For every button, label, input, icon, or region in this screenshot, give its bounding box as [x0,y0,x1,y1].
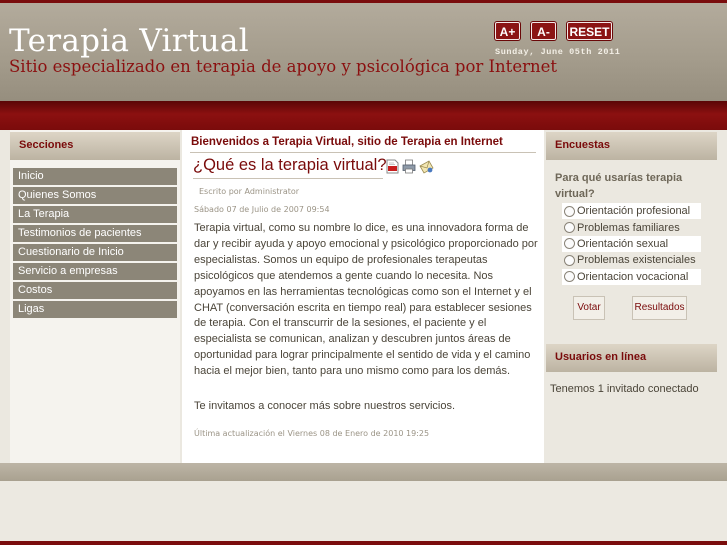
poll-option[interactable]: Orientacion vocacional [562,268,701,285]
sidebar-item-costos[interactable]: Costos [13,282,177,299]
pdf-icon[interactable] [386,159,399,174]
sidebar-item-ligas[interactable]: Ligas [13,301,177,318]
poll-option[interactable]: Problemas familiares [562,219,701,235]
article-date: Sábado 07 de Julio de 2007 09:54 [194,205,330,214]
sidebar-item-testimonios[interactable]: Testimonios de pacientes [13,225,177,242]
radio-button[interactable] [564,271,575,283]
article-author: Escrito por Administrator [199,187,300,196]
current-date: Sunday, June 05th 2011 [495,47,621,57]
online-users-title: Usuarios en línea [546,344,717,372]
article-invitation: Te invitamos a conocer más sobre nuestro… [194,400,456,412]
sidebar-item-inicio[interactable]: Inicio [13,168,177,185]
sidebar-item-cuestionario[interactable]: Cuestionario de Inicio [13,244,177,261]
email-icon[interactable] [419,159,434,174]
right-sidebar: Encuestas Para qué usarías terapia virtu… [546,130,717,463]
sections-menu: Inicio Quienes Somos La Terapia Testimon… [13,168,177,320]
online-users-text: Tenemos 1 invitado conectado [550,383,699,395]
sidebar: Secciones Inicio Quienes Somos La Terapi… [10,130,180,463]
print-icon[interactable] [402,159,416,174]
divider [193,178,383,179]
poll-options: Orientación profesional Problemas famili… [562,203,701,285]
poll-option[interactable]: Problemas existenciales [562,252,701,268]
poll-option-label: Orientacion vocacional [577,270,689,283]
divider [190,152,536,153]
sidebar-item-la-terapia[interactable]: La Terapia [13,206,177,223]
radio-button[interactable] [564,222,575,234]
article-title[interactable]: ¿Qué es la terapia virtual? [193,156,387,175]
poll-option[interactable]: Orientación sexual [562,235,701,253]
poll-option-label: Orientación sexual [577,237,669,250]
poll-option-label: Orientación profesional [577,205,691,218]
poll-option-label: Problemas existenciales [577,254,696,267]
font-reset-button[interactable]: RESET [567,22,612,40]
sidebar-item-servicio-empresas[interactable]: Servicio a empresas [13,263,177,280]
poll-option[interactable]: Orientación profesional [562,203,701,220]
poll-question: Para qué usarías terapia virtual? [555,172,683,200]
site-subtitle: Sitio especializado en terapia de apoyo … [9,57,557,76]
header-band [0,101,727,130]
bottom-border [0,541,727,545]
radio-button[interactable] [564,205,575,217]
radio-button[interactable] [564,254,575,266]
font-decrease-button[interactable]: A- [531,22,556,40]
results-button[interactable]: Resultados [632,296,687,320]
article-body: Terapia virtual, como su nombre lo dice,… [194,222,538,378]
site-title[interactable]: Terapia Virtual [9,23,249,59]
radio-button[interactable] [564,238,575,250]
site-header: Terapia Virtual Sitio especializado en t… [0,3,727,101]
sidebar-item-quienes-somos[interactable]: Quienes Somos [13,187,177,204]
poll-title: Encuestas [546,132,717,160]
welcome-heading: Bienvenidos a Terapia Virtual, sitio de … [191,136,503,148]
poll-option-label: Problemas familiares [577,221,680,234]
last-updated: Última actualización el Viernes 08 de En… [194,429,430,438]
main-content: Bienvenidos a Terapia Virtual, sitio de … [182,130,544,463]
sidebar-title: Secciones [10,132,180,160]
font-increase-button[interactable]: A+ [495,22,520,40]
vote-button[interactable]: Votar [573,296,605,320]
footer-band [0,463,727,481]
